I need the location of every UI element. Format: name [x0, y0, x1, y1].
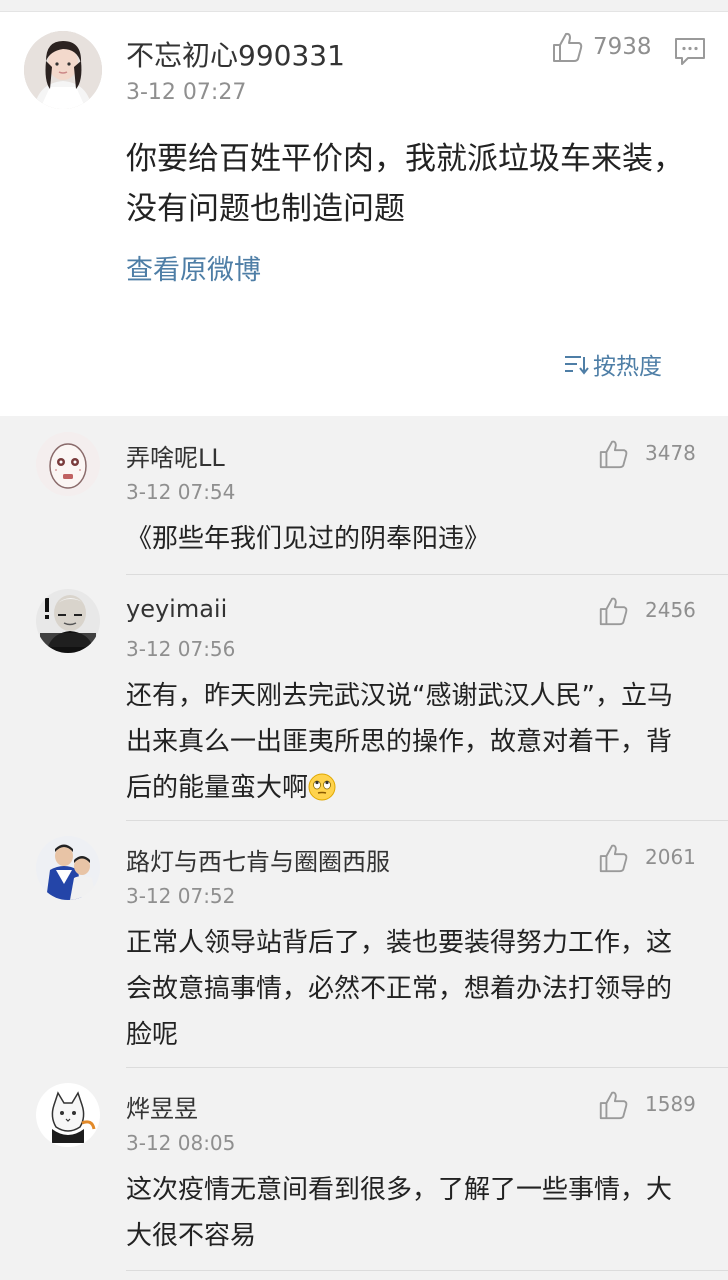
thumbs-up-icon[interactable]: [597, 595, 629, 627]
timestamp: 3-12 07:54: [126, 480, 236, 504]
comment-text: 还有，昨天刚去完武汉说“感谢武汉人民”，立马出来真么一出匪夷所思的操作，故意对着…: [126, 673, 696, 811]
like-count: 1589: [645, 1092, 696, 1116]
reply-item: 路灯与西七肯与圈圈西服 3-12 07:52 2061 正常人领导站背后了，装也…: [0, 836, 728, 1066]
reply-item: yeyimaii 3-12 07:56 2456 还有，昨天刚去完武汉说“感谢武…: [0, 589, 728, 819]
username[interactable]: 不忘初心990331: [126, 34, 345, 74]
avatar[interactable]: [36, 1083, 100, 1147]
comment-text: 这次疫情无意间看到很多，了解了一些事情，大大很不容易: [126, 1175, 673, 1251]
divider: [126, 1270, 728, 1271]
comment-text-content: 还有，昨天刚去完武汉说“感谢武汉人民”，立马出来真么一出匪夷所思的操作，故意对着…: [126, 681, 673, 803]
view-original-link[interactable]: 查看原微博: [126, 248, 261, 287]
comment-text: 正常人领导站背后了，装也要装得努力工作，这会故意搞事情，必然不正常，想着办法打领…: [126, 928, 673, 1050]
timestamp: 3-12 08:05: [126, 1131, 236, 1155]
thumbs-up-icon[interactable]: [550, 30, 584, 64]
thumbs-up-icon[interactable]: [597, 842, 629, 874]
divider: [126, 574, 728, 575]
avatar[interactable]: [36, 432, 100, 496]
username[interactable]: 烨昱昱: [126, 1089, 198, 1124]
like-count: 2456: [645, 598, 696, 622]
avatar[interactable]: [24, 31, 102, 109]
like-count: 3478: [645, 441, 696, 465]
divider: [126, 820, 728, 821]
reply-item: 烨昱昱 3-12 08:05 1589 这次疫情无意间看到很多，了解了一些事情，…: [0, 1083, 728, 1273]
sort-icon: [565, 356, 589, 375]
thumbs-up-icon[interactable]: [597, 1089, 629, 1121]
sort-button[interactable]: 按热度: [563, 348, 662, 380]
timestamp: 3-12 07:52: [126, 884, 236, 908]
thumbs-up-icon[interactable]: [597, 438, 629, 470]
avatar[interactable]: [36, 836, 100, 900]
main-comment-card: 不忘初心990331 3-12 07:27 7938 你要给百姓平价肉，我就派垃…: [0, 12, 728, 416]
username[interactable]: 弄啥呢LL: [126, 438, 225, 473]
top-divider: [0, 0, 728, 12]
avatar[interactable]: [36, 589, 100, 653]
like-count: 2061: [645, 845, 696, 869]
timestamp: 3-12 07:56: [126, 637, 236, 661]
comment-text: 你要给百姓平价肉，我就派垃圾车来装，没有问题也制造问题: [126, 141, 684, 227]
comment-text: 《那些年我们见过的阴奉阳违》: [126, 524, 491, 554]
username[interactable]: 路灯与西七肯与圈圈西服: [126, 842, 390, 877]
reply-item: 弄啥呢LL 3-12 07:54 3478 《那些年我们见过的阴奉阳违》: [0, 432, 728, 582]
divider: [126, 1067, 728, 1068]
comment-icon[interactable]: [674, 36, 706, 66]
timestamp: 3-12 07:27: [126, 80, 247, 105]
eye-roll-emoji: [308, 773, 336, 801]
username[interactable]: yeyimaii: [126, 595, 227, 623]
sort-label: 按热度: [593, 354, 662, 380]
like-count: 7938: [593, 34, 652, 60]
